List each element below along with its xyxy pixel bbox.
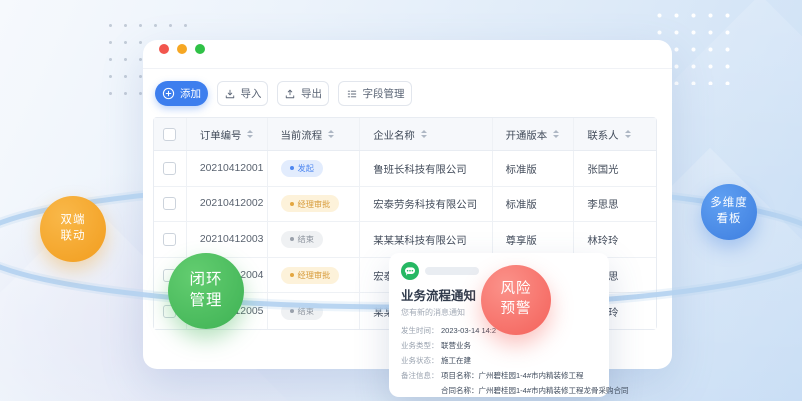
export-button[interactable]: 导出	[277, 81, 329, 106]
notification-field-row: 业务状态： 施工在建	[401, 353, 597, 368]
sort-icon[interactable]	[553, 130, 559, 138]
field-label: 备注信息：	[401, 368, 441, 383]
add-button[interactable]: 添加	[155, 81, 208, 106]
order-number-cell: 20210412002	[187, 187, 268, 222]
import-button-label: 导入	[241, 86, 262, 101]
current-flow-cell: 结束	[268, 222, 361, 257]
status-dot-icon	[290, 237, 294, 241]
flow-status-badge: 发起	[281, 160, 323, 177]
field-value: 联营业务	[441, 338, 471, 353]
field-list-icon	[346, 88, 358, 100]
field-value: 2023-03-14 14:2	[441, 323, 496, 338]
order-number-cell: 20210412003	[187, 222, 268, 257]
status-dot-icon	[290, 273, 294, 277]
contact-cell: 张国光	[574, 151, 656, 186]
window-close-button[interactable]	[159, 44, 169, 54]
window-minimize-button[interactable]	[177, 44, 187, 54]
current-flow-cell: 发起	[268, 151, 361, 186]
version-cell: 尊享版	[493, 222, 575, 257]
field-label	[401, 383, 441, 398]
table-header-row: 订单编号 当前流程 企业名称 开通版本 联系人	[154, 118, 656, 151]
row-checkbox[interactable]	[163, 197, 176, 210]
header-checkbox-cell	[154, 118, 187, 150]
row-checkbox-cell	[154, 222, 187, 257]
table-row: 20210412002 经理审批 宏泰劳务科技有限公司 标准版 李思思	[154, 187, 656, 223]
field-value: 施工在建	[441, 353, 471, 368]
company-name-cell: 鲁班长科技有限公司	[360, 151, 492, 186]
notification-field-row: 合同名称：广州碧桂园1-4#市内精装修工程龙骨采购合同	[401, 383, 597, 398]
contact-cell: 林玲玲	[574, 222, 656, 257]
notification-fields: 发生时间： 2023-03-14 14:2 业务类型： 联营业务 业务状态： 施…	[401, 323, 597, 401]
header-contact[interactable]: 联系人	[574, 118, 656, 150]
sort-icon[interactable]	[421, 130, 427, 138]
field-label: 业务状态：	[401, 353, 441, 368]
company-name-cell: 某某某科技有限公司	[360, 222, 492, 257]
row-checkbox-cell	[154, 187, 187, 222]
notification-field-row: 备注信息： 项目名称：广州碧桂园1-4#市内精装修工程	[401, 368, 597, 383]
select-all-checkbox[interactable]	[163, 128, 176, 141]
field-management-button[interactable]: 字段管理	[338, 81, 412, 106]
titlebar-divider	[143, 68, 672, 69]
field-label: 业务类型：	[401, 338, 441, 353]
feature-badge-dashboard: 多维度 看板	[701, 184, 757, 240]
plus-circle-icon	[162, 87, 175, 100]
export-button-label: 导出	[301, 86, 322, 101]
header-company-name[interactable]: 企业名称	[360, 118, 492, 150]
window-zoom-button[interactable]	[195, 44, 205, 54]
company-name-cell: 宏泰劳务科技有限公司	[360, 187, 492, 222]
field-value: 合同名称：广州碧桂园1-4#市内精装修工程龙骨采购合同	[441, 383, 629, 398]
import-icon	[224, 88, 236, 100]
row-checkbox[interactable]	[163, 162, 176, 175]
current-flow-cell: 经理审批	[268, 258, 361, 293]
chat-message-icon	[401, 262, 419, 280]
notification-source-placeholder	[425, 267, 479, 275]
flow-status-badge: 结束	[281, 231, 323, 248]
sort-icon[interactable]	[328, 130, 334, 138]
field-value: 项目名称：广州碧桂园1-4#市内精装修工程	[441, 368, 584, 383]
status-dot-icon	[290, 166, 294, 170]
flow-status-badge: 经理审批	[281, 195, 340, 212]
app-screenshot: 添加 导入 导出 字段管理 订单编号 当前流程 企业名称 开通版本 联系人	[0, 0, 802, 401]
header-order-number[interactable]: 订单编号	[187, 118, 268, 150]
status-dot-icon	[290, 202, 294, 206]
flow-status-badge: 经理审批	[281, 267, 340, 284]
header-version[interactable]: 开通版本	[493, 118, 575, 150]
export-icon	[284, 88, 296, 100]
sort-icon[interactable]	[247, 130, 253, 138]
version-cell: 标准版	[493, 151, 575, 186]
order-number-cell: 20210412001	[187, 151, 268, 186]
feature-badge-dual-link: 双端 联动	[40, 196, 106, 262]
notification-field-row: 业务类型： 联营业务	[401, 338, 597, 353]
current-flow-cell: 经理审批	[268, 187, 361, 222]
field-label: 发生时间：	[401, 323, 441, 338]
header-current-flow[interactable]: 当前流程	[268, 118, 361, 150]
current-flow-cell: 结束	[268, 293, 361, 329]
version-cell: 标准版	[493, 187, 575, 222]
add-button-label: 添加	[180, 86, 201, 101]
contact-cell: 李思思	[574, 187, 656, 222]
row-checkbox-cell	[154, 151, 187, 186]
feature-badge-risk-warning: 风险 预警	[481, 265, 551, 335]
flow-status-badge: 结束	[281, 303, 323, 320]
status-dot-icon	[290, 309, 294, 313]
field-management-button-label: 字段管理	[363, 86, 405, 101]
sort-icon[interactable]	[625, 130, 631, 138]
table-row: 20210412001 发起 鲁班长科技有限公司 标准版 张国光	[154, 151, 656, 187]
row-checkbox[interactable]	[163, 233, 176, 246]
import-button[interactable]: 导入	[217, 81, 268, 106]
feature-badge-closed-loop: 闭环 管理	[168, 253, 244, 329]
